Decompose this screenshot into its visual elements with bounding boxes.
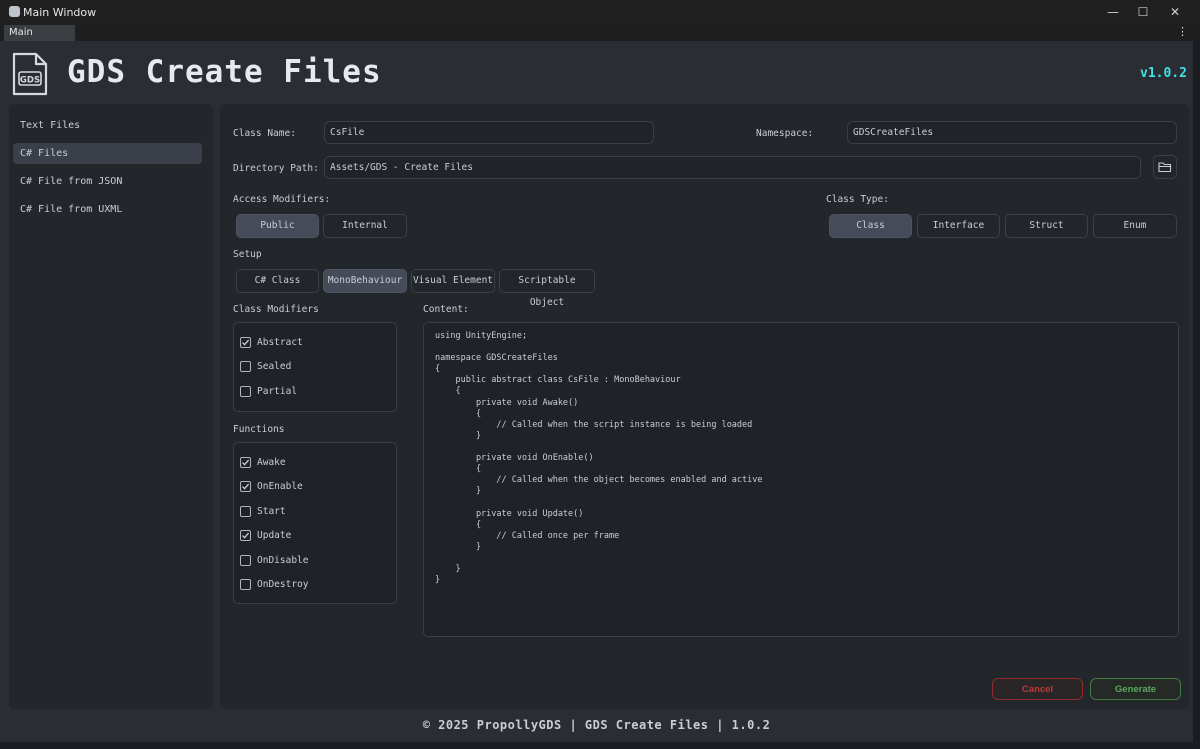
window-title: Main Window [23, 6, 97, 19]
function-ondisable-label: OnDisable [257, 555, 309, 566]
function-ondestroy-label: OnDestroy [257, 579, 309, 590]
function-update-checkbox[interactable] [240, 530, 251, 541]
class-name-input[interactable] [324, 121, 654, 144]
class-type-label: Class Type: [826, 194, 889, 205]
checkmark-icon [242, 339, 250, 346]
sidebar-item-text-files[interactable]: Text Files [13, 115, 202, 136]
main-window: GDS GDS Create Files v1.0.2 Text Files C… [0, 41, 1193, 742]
function-ondisable-checkbox[interactable] [240, 555, 251, 566]
directory-path-label: Directory Path: [233, 163, 319, 174]
cancel-button[interactable]: Cancel [992, 678, 1083, 700]
generate-button[interactable]: Generate [1090, 678, 1181, 700]
function-update-label: Update [257, 530, 292, 541]
access-modifiers-label: Access Modifiers: [233, 194, 331, 205]
checkmark-icon [242, 483, 250, 490]
logo-text: GDS [20, 76, 40, 86]
sidebar: Text Files C# Files C# File from JSON C#… [9, 104, 213, 709]
access-internal-button[interactable]: Internal [323, 214, 407, 238]
function-onenable-checkbox[interactable] [240, 481, 251, 492]
sidebar-item-csharp-files[interactable]: C# Files [13, 143, 202, 164]
modifier-abstract-checkbox[interactable] [240, 337, 251, 348]
access-public-button[interactable]: Public [236, 214, 319, 238]
minimize-button[interactable]: — [1098, 3, 1128, 21]
class-name-label: Class Name: [233, 128, 296, 139]
content-label: Content: [423, 304, 469, 315]
checkmark-icon [242, 532, 250, 539]
modifier-sealed-label: Sealed [257, 361, 292, 372]
setup-csharp-class-button[interactable]: C# Class [236, 269, 319, 293]
class-type-interface-button[interactable]: Interface [917, 214, 1000, 238]
class-modifiers-label: Class Modifiers [233, 304, 319, 315]
checkmark-icon [242, 459, 250, 466]
modifier-partial-checkbox[interactable] [240, 386, 251, 397]
maximize-button[interactable]: ☐ [1128, 3, 1158, 21]
directory-path-input[interactable] [324, 156, 1141, 179]
app-icon [9, 6, 20, 17]
setup-scriptable-object-button[interactable]: Scriptable Object [499, 269, 595, 308]
gds-file-logo-icon: GDS [12, 52, 48, 96]
tab-menu-icon[interactable]: ⋮ [1177, 25, 1188, 38]
function-onenable-label: OnEnable [257, 481, 303, 492]
function-awake-checkbox[interactable] [240, 457, 251, 468]
csharp-files-panel: Class Name: Namespace: Directory Path: A… [220, 104, 1189, 709]
modifier-sealed-checkbox[interactable] [240, 361, 251, 372]
os-title-bar: Main Window — ☐ ✕ [0, 0, 1200, 24]
namespace-input[interactable] [847, 121, 1177, 144]
class-type-class-button[interactable]: Class [829, 214, 912, 238]
class-type-enum-button[interactable]: Enum [1093, 214, 1177, 238]
function-start-checkbox[interactable] [240, 506, 251, 517]
function-start-label: Start [257, 506, 286, 517]
functions-label: Functions [233, 424, 285, 435]
modifier-partial-label: Partial [257, 386, 298, 397]
version-label: v1.0.2 [1140, 66, 1187, 81]
editor-tab-strip: Main Window ⋮ [0, 24, 1200, 54]
browse-folder-button[interactable] [1153, 155, 1177, 179]
setup-label: Setup [233, 249, 262, 260]
folder-icon [1158, 162, 1172, 173]
content-code-area[interactable]: using UnityEngine; namespace GDSCreateFi… [423, 322, 1179, 637]
app-title: GDS Create Files [67, 54, 382, 90]
class-modifiers-group: Abstract Sealed Partial [233, 322, 397, 412]
modifier-abstract-label: Abstract [257, 337, 303, 348]
sidebar-item-csharp-from-json[interactable]: C# File from JSON [13, 171, 202, 192]
function-awake-label: Awake [257, 457, 286, 468]
function-ondestroy-checkbox[interactable] [240, 579, 251, 590]
sidebar-item-csharp-from-uxml[interactable]: C# File from UXML [13, 199, 202, 220]
tab-main-window[interactable]: Main Window [4, 25, 75, 54]
functions-group: Awake OnEnable Start Update OnDisable On… [233, 442, 397, 604]
footer-copyright: © 2025 PropollyGDS | GDS Create Files | … [422, 718, 771, 732]
setup-monobehaviour-button[interactable]: MonoBehaviour [323, 269, 407, 293]
namespace-label: Namespace: [756, 128, 814, 139]
class-type-struct-button[interactable]: Struct [1005, 214, 1088, 238]
content-code[interactable]: using UnityEngine; namespace GDSCreateFi… [435, 331, 763, 586]
setup-visual-element-button[interactable]: Visual Element [411, 269, 495, 293]
close-button[interactable]: ✕ [1160, 3, 1190, 21]
